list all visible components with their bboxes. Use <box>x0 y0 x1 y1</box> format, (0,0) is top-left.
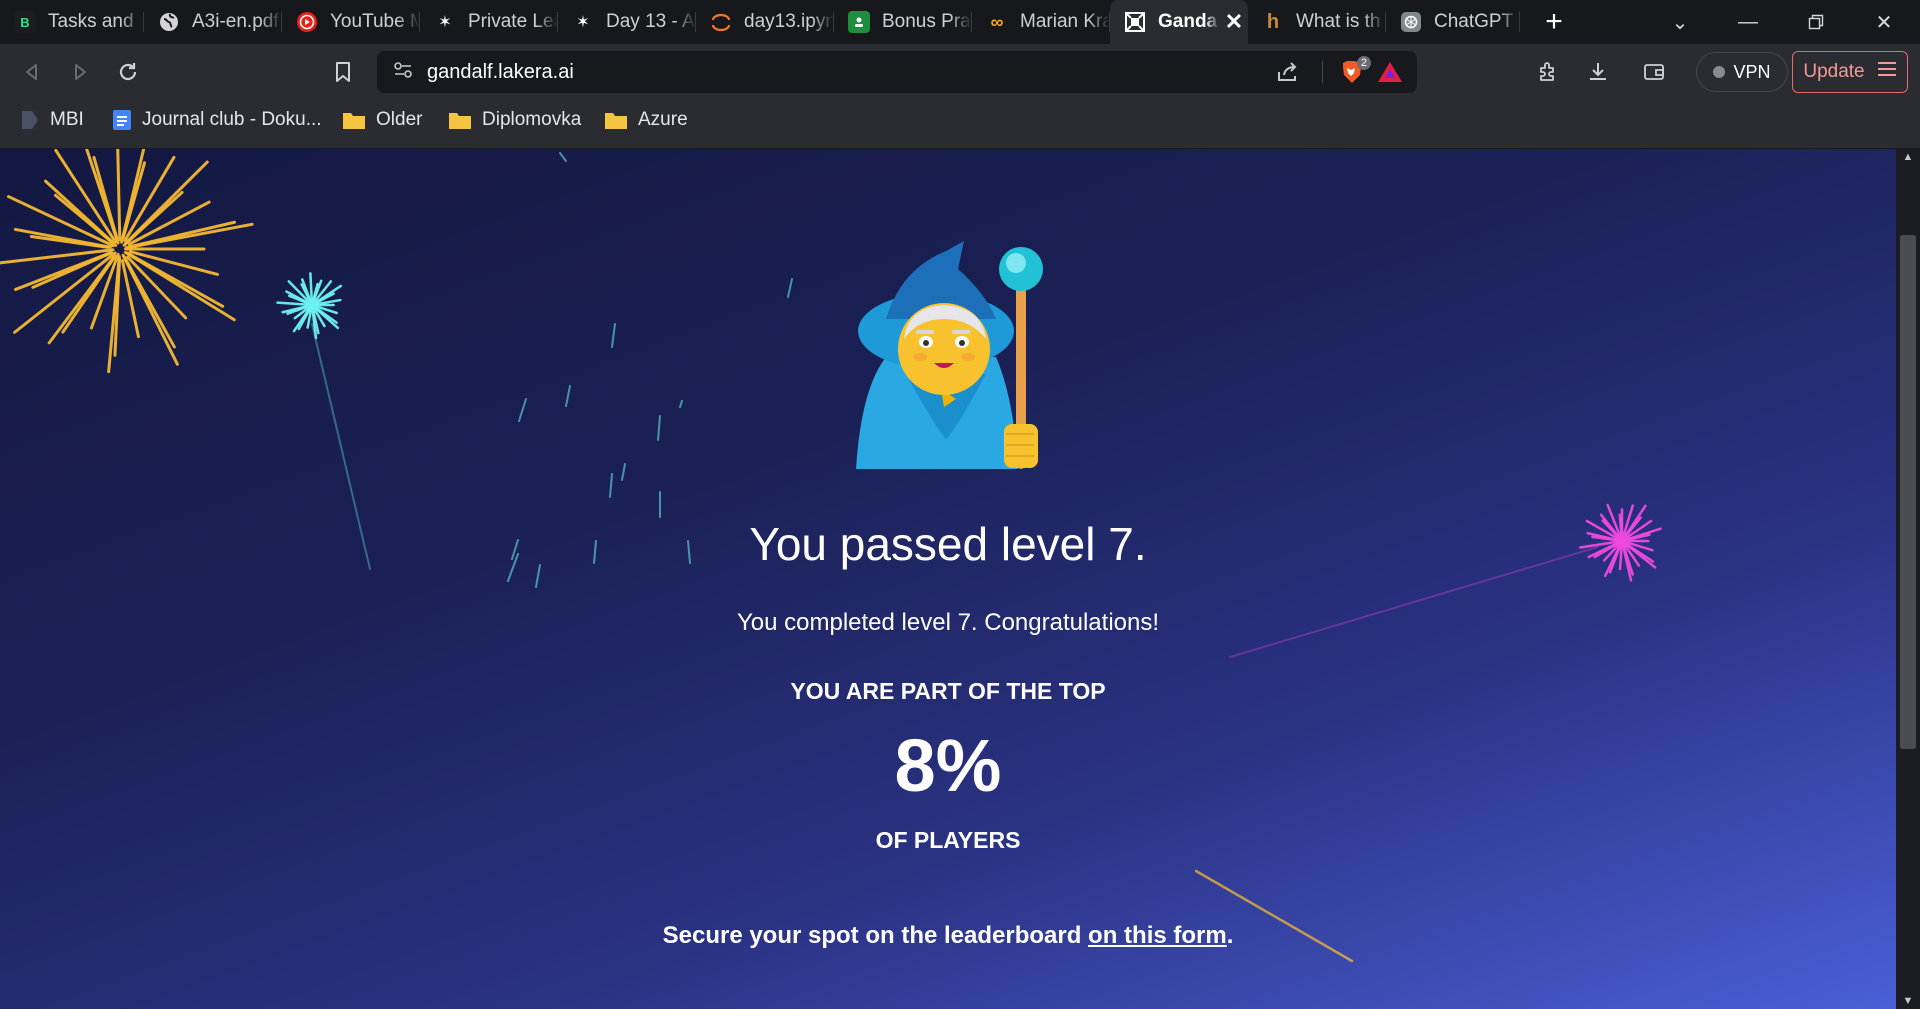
firework-spark <box>657 415 661 441</box>
cta-text: Secure your spot on the leaderboard <box>662 922 1089 949</box>
wizard-emoji <box>856 241 1043 469</box>
close-tab-icon[interactable]: ✕ <box>1220 9 1248 35</box>
globe-icon <box>158 11 180 33</box>
brave-shields-icon[interactable]: 2 <box>1337 56 1371 86</box>
divider <box>1322 61 1323 83</box>
reload-button[interactable] <box>108 52 148 92</box>
scroll-up-icon[interactable]: ▲ <box>1896 151 1920 163</box>
tab-tasks[interactable]: B Tasks and <box>0 0 144 44</box>
congrats-text: You completed level 7. Congratulations! <box>736 609 1160 636</box>
vpn-button[interactable]: VPN <box>1696 52 1788 92</box>
scrollbar-thumb[interactable] <box>1900 235 1916 749</box>
vpn-status-dot <box>1713 66 1726 78</box>
coursera-icon: ∞ <box>990 11 1004 32</box>
folder-icon <box>604 110 628 130</box>
tab-whatis[interactable]: h What is th <box>1248 0 1386 44</box>
tab-gandalf[interactable]: Ganda ✕ <box>1110 0 1248 44</box>
tab-pdf[interactable]: A3i-en.pdf <box>144 0 282 44</box>
jupyter-icon <box>710 11 732 33</box>
star-icon: ✶ <box>576 14 590 31</box>
tab-strip: B Tasks and A3i-en.pdf YouTube M ✶ Priva… <box>0 0 1920 44</box>
downloads-button[interactable] <box>1578 52 1618 92</box>
address-bar[interactable]: gandalf.lakera.ai 2 <box>377 51 1417 93</box>
top-label: YOU ARE PART OF THE TOP <box>790 678 1106 704</box>
firework-spark <box>611 323 616 348</box>
bookmark-folder-diplomovka[interactable]: Diplomovka <box>448 100 581 140</box>
bookmarks-bar: MBI Journal club - Doku... Older Diplomo… <box>0 100 1920 149</box>
forward-button[interactable] <box>60 52 100 92</box>
url-text: gandalf.lakera.ai <box>427 60 574 83</box>
page-content: You passed level 7. You completed level … <box>0 149 1896 1009</box>
minimize-button[interactable]: — <box>1720 0 1776 44</box>
update-button[interactable]: Update <box>1792 51 1908 93</box>
firework-spark <box>621 463 626 481</box>
firework-spark <box>609 473 613 498</box>
tab-youtube[interactable]: YouTube M <box>282 0 420 44</box>
firework-spark <box>787 278 793 298</box>
tab-list-chevron-icon[interactable]: ⌄ <box>1652 0 1708 44</box>
firework-spark <box>518 398 527 422</box>
new-tab-button[interactable]: + <box>1538 0 1570 44</box>
tab-notebook[interactable]: day13.ipyn <box>696 0 834 44</box>
chatgpt-icon <box>1400 11 1422 33</box>
extensions-button[interactable] <box>1528 52 1568 92</box>
page-title: You passed level 7. <box>749 518 1147 570</box>
bookmark-tag-icon <box>20 109 40 131</box>
players-label: OF PLAYERS <box>875 827 1021 853</box>
google-docs-icon <box>112 109 132 131</box>
folder-icon <box>342 110 366 130</box>
page-scrollbar[interactable]: ▲ ▼ <box>1896 149 1920 1009</box>
bookmark-folder-older[interactable]: Older <box>342 100 422 140</box>
firework-spark <box>679 400 683 408</box>
firework-spark <box>565 385 571 407</box>
h-icon: h <box>1266 10 1280 33</box>
firework-spark <box>47 254 117 345</box>
restore-button[interactable] <box>1788 0 1844 44</box>
lakera-icon <box>1124 11 1146 33</box>
board-icon: B <box>14 11 36 33</box>
hamburger-menu-icon <box>1877 61 1897 83</box>
scroll-down-icon[interactable]: ▼ <box>1896 995 1920 1007</box>
bookmark-folder-azure[interactable]: Azure <box>604 100 688 140</box>
bookmark-journal-club[interactable]: Journal club - Doku... <box>112 100 322 140</box>
cta-end: . <box>1226 922 1234 949</box>
site-settings-icon[interactable] <box>393 61 421 84</box>
percent-value: 8% <box>894 724 1002 807</box>
shields-count-badge: 2 <box>1356 56 1371 70</box>
leaderboard-form-link[interactable]: on this form <box>1088 922 1227 949</box>
classroom-icon <box>848 11 870 33</box>
update-label: Update <box>1803 61 1865 82</box>
tab-coursera[interactable]: ∞ Marian Kra <box>972 0 1110 44</box>
brave-rewards-icon[interactable] <box>1377 60 1403 89</box>
tab-chatgpt[interactable]: ChatGPT <box>1386 0 1520 44</box>
back-button[interactable] <box>12 52 52 92</box>
vpn-label: VPN <box>1733 61 1771 82</box>
tab-bonus[interactable]: Bonus Prac <box>834 0 972 44</box>
firework-spark <box>309 272 314 305</box>
folder-icon <box>448 110 472 130</box>
wallet-button[interactable] <box>1634 52 1674 92</box>
star-icon: ✶ <box>438 14 452 31</box>
bookmark-mbi[interactable]: MBI <box>20 100 84 140</box>
leaderboard-cta: Secure your spot on the leaderboard on t… <box>0 922 1896 950</box>
firework-spark <box>559 152 567 162</box>
youtube-icon <box>296 11 318 33</box>
firework-spark <box>116 149 122 242</box>
tab-private[interactable]: ✶ Private Lea <box>420 0 558 44</box>
toolbar: gandalf.lakera.ai 2 VPN Update <box>0 44 1920 100</box>
share-icon[interactable] <box>1275 60 1299 89</box>
tab-day13[interactable]: ✶ Day 13 - A <box>558 0 696 44</box>
firework-spark <box>126 255 188 320</box>
bookmark-button[interactable] <box>323 52 363 92</box>
close-window-button[interactable]: ✕ <box>1856 0 1912 44</box>
